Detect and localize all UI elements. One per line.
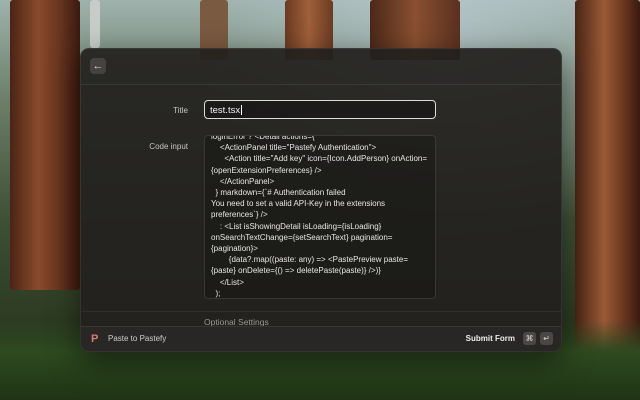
extension-name: Paste to Pastefy	[108, 334, 167, 343]
title-input[interactable]: test.tsx	[204, 100, 436, 119]
pastefy-logo-icon: P	[91, 333, 99, 345]
submit-form-button[interactable]: Submit Form	[466, 334, 515, 343]
section-divider	[81, 311, 561, 312]
raycast-form-window: ← Title test.tsx Code input loginError ?…	[80, 48, 562, 352]
back-arrow-icon[interactable]: ←	[90, 58, 106, 74]
title-input-value: test.tsx	[210, 105, 241, 116]
code-input-label: Code input	[149, 142, 188, 151]
code-input-value: loginError ? <Detail actions={ <ActionPa…	[211, 135, 428, 298]
text-cursor	[241, 105, 243, 116]
title-label: Title	[173, 106, 188, 115]
command-key-icon: ⌘	[523, 332, 536, 345]
top-bar: ←	[81, 49, 561, 85]
background-sky-gap	[90, 0, 100, 48]
code-input-textarea[interactable]: loginError ? <Detail actions={ <ActionPa…	[204, 135, 436, 299]
tree-trunk	[10, 0, 80, 290]
return-key-icon: ↵	[540, 332, 553, 345]
action-bar: P Paste to Pastefy Submit Form ⌘ ↵	[81, 326, 561, 351]
